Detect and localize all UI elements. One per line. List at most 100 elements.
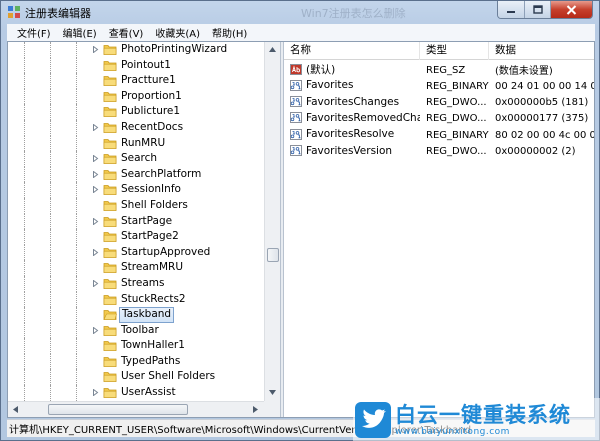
tree-item[interactable]: StreamMRU bbox=[8, 260, 262, 276]
value-list-pane: 名称 类型 数据 (默认) REG_SZ (数值未设置) Favorites REG_B… bbox=[284, 42, 594, 417]
window-controls bbox=[497, 1, 593, 19]
folder-icon bbox=[103, 325, 117, 336]
tree-item-label: UserAssist bbox=[121, 386, 176, 399]
registry-editor-icon bbox=[8, 6, 20, 18]
title-bar[interactable]: 注册表编辑器 Win7注册表怎么删除 bbox=[1, 1, 599, 23]
tree-guide-line bbox=[76, 229, 77, 245]
folder-icon bbox=[103, 279, 117, 289]
menu-file[interactable]: 文件(F) bbox=[11, 25, 57, 40]
watermark: 白云一键重装系统 www.baiyunxitong.com bbox=[353, 398, 600, 441]
value-row[interactable]: FavoritesResolve REG_BINARY 80 02 00 00 4c… bbox=[284, 126, 594, 142]
column-header-name[interactable]: 名称 bbox=[284, 42, 420, 60]
tree-item[interactable]: Toolbar bbox=[8, 322, 262, 339]
vertical-scroll-thumb[interactable] bbox=[267, 248, 279, 262]
tree-guide-line bbox=[50, 275, 51, 292]
tree-item[interactable]: PhotoPrintingWizard bbox=[8, 42, 262, 58]
folder-icon bbox=[103, 107, 117, 118]
column-header-data[interactable]: 数据 bbox=[489, 42, 594, 60]
value-row[interactable]: (默认) REG_SZ (数值未设置) bbox=[284, 61, 594, 77]
expand-arrow-icon[interactable] bbox=[92, 248, 99, 256]
value-data: 0x000000b5 (181) bbox=[495, 97, 589, 109]
tree-item[interactable]: TypedPaths bbox=[8, 353, 262, 370]
arrow-down-icon bbox=[269, 390, 276, 395]
tree-guide-line bbox=[50, 73, 51, 89]
expand-arrow-icon[interactable] bbox=[92, 326, 99, 334]
scroll-down-button[interactable] bbox=[265, 385, 280, 400]
folder-icon bbox=[103, 356, 117, 367]
maximize-button[interactable] bbox=[524, 1, 550, 18]
tree-guide-line bbox=[24, 57, 25, 74]
tree-item[interactable]: Publicture1 bbox=[8, 104, 262, 120]
menu-help[interactable]: 帮助(H) bbox=[206, 25, 253, 40]
tree-horizontal-scrollbar[interactable] bbox=[8, 401, 264, 417]
key-tree-pane: PhotoPrintingWizard Pointout1 Practture1 Pr… bbox=[8, 42, 280, 417]
tree-guide-line bbox=[24, 229, 25, 245]
folder-icon bbox=[103, 294, 117, 305]
value-data-cell: 0x00000177 (375) bbox=[489, 111, 594, 124]
menu-favorites[interactable]: 收藏夹(A) bbox=[149, 25, 206, 40]
expand-arrow-icon[interactable] bbox=[92, 155, 99, 163]
background-window-title: Win7注册表怎么删除 bbox=[301, 7, 406, 20]
folder-icon bbox=[103, 263, 117, 274]
folder-icon bbox=[103, 201, 117, 211]
value-type: REG_DWO... bbox=[426, 97, 487, 109]
tree-item-label: TownHaller1 bbox=[121, 339, 185, 352]
folder-icon bbox=[103, 169, 117, 180]
folder-icon bbox=[103, 138, 117, 149]
tree-item[interactable]: Search bbox=[8, 151, 262, 167]
close-button[interactable] bbox=[550, 1, 592, 18]
expand-arrow-icon[interactable] bbox=[92, 186, 99, 194]
tree-guide-line bbox=[24, 369, 25, 386]
tree-item[interactable]: Proportion1 bbox=[8, 88, 262, 105]
menu-view[interactable]: 查看(V) bbox=[103, 25, 150, 40]
window-title: 注册表编辑器 bbox=[25, 7, 91, 20]
tree-item[interactable]: RecentDocs bbox=[8, 119, 262, 136]
value-data-cell: 80 02 00 00 4c 00 00 0 bbox=[489, 128, 594, 141]
tree-guide-line bbox=[24, 135, 25, 152]
horizontal-scroll-thumb[interactable] bbox=[48, 404, 188, 415]
minimize-button[interactable] bbox=[498, 1, 524, 18]
folder-icon bbox=[103, 91, 117, 102]
tree-item[interactable]: User Shell Folders bbox=[8, 369, 262, 386]
tree-item-label: SearchPlatform bbox=[121, 167, 202, 180]
tree-item[interactable]: UserAssist bbox=[8, 385, 262, 401]
value-row[interactable]: FavoritesVersion REG_DWO... 0x00000002 (2) bbox=[284, 143, 594, 159]
menu-edit[interactable]: 编辑(E) bbox=[57, 25, 103, 40]
tree-item[interactable]: Streams bbox=[8, 275, 262, 292]
maximize-icon bbox=[532, 5, 543, 14]
scroll-right-button[interactable] bbox=[248, 402, 263, 417]
tree-item[interactable]: StartPage bbox=[8, 213, 262, 230]
column-header-type[interactable]: 类型 bbox=[420, 42, 489, 60]
binary-value-icon bbox=[290, 112, 302, 124]
expand-arrow-icon[interactable] bbox=[92, 46, 99, 53]
tree-item[interactable]: RunMRU bbox=[8, 135, 262, 152]
expand-arrow-icon[interactable] bbox=[92, 279, 99, 287]
value-type-cell: REG_DWO... bbox=[420, 144, 489, 157]
tree-item[interactable]: StartupApproved bbox=[8, 244, 262, 261]
tree-item[interactable]: StartPage2 bbox=[8, 229, 262, 245]
tree-item-label: StartPage2 bbox=[121, 230, 179, 243]
scroll-left-button[interactable] bbox=[8, 402, 23, 417]
tree-item[interactable]: Practture1 bbox=[8, 73, 262, 89]
expand-arrow-icon[interactable] bbox=[92, 389, 99, 397]
tree-item[interactable]: SessionInfo bbox=[8, 182, 262, 198]
tree-vertical-scrollbar[interactable] bbox=[264, 42, 280, 401]
value-row[interactable]: Favorites REG_BINARY 00 24 01 00 00 14 00 … bbox=[284, 77, 594, 93]
tree-item[interactable]: Shell Folders bbox=[8, 197, 262, 214]
tree-item[interactable]: StuckRects2 bbox=[8, 291, 262, 308]
expand-arrow-icon[interactable] bbox=[92, 217, 99, 225]
tree-guide-line bbox=[50, 353, 51, 370]
tree-item[interactable]: SearchPlatform bbox=[8, 166, 262, 183]
expand-arrow-icon[interactable] bbox=[92, 170, 99, 178]
tree-item[interactable]: Pointout1 bbox=[8, 57, 262, 74]
tree-item-label: StartPage bbox=[121, 214, 173, 227]
open-folder-icon bbox=[103, 310, 117, 320]
key-tree: PhotoPrintingWizard Pointout1 Practture1 Pr… bbox=[8, 42, 262, 401]
value-row[interactable]: FavoritesChanges REG_DWO... 0x000000b5 (18… bbox=[284, 94, 594, 110]
value-row[interactable]: FavoritesRemovedChan... REG_DWO... 0x00000… bbox=[284, 110, 594, 126]
tree-item[interactable]: TownHaller1 bbox=[8, 338, 262, 354]
expand-arrow-icon[interactable] bbox=[92, 123, 99, 131]
folder-icon bbox=[103, 232, 117, 243]
scroll-up-button[interactable] bbox=[265, 42, 280, 57]
tree-item[interactable]: Taskband bbox=[8, 307, 262, 323]
